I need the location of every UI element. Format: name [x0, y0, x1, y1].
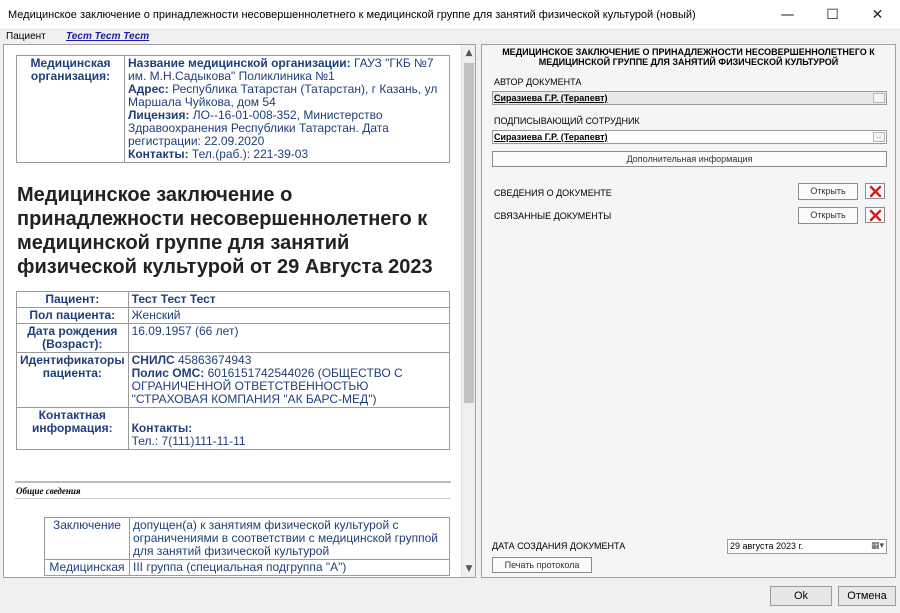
related-docs-delete-button[interactable]: [865, 207, 885, 223]
close-button[interactable]: ✕: [855, 0, 900, 30]
window-title: Медицинское заключение о принадлежности …: [8, 9, 696, 21]
red-x-icon: [869, 185, 882, 198]
conclusion-label: Заключение: [44, 517, 130, 560]
general-info-table: Заключение допущен(а) к занятиям физичес…: [44, 517, 450, 576]
org-details: Название медицинской организации: ГАУЗ "…: [124, 55, 450, 163]
patient-bar: Пациент Тест Тест Тест: [0, 30, 900, 44]
doc-info-open-button[interactable]: Открыть: [798, 183, 858, 200]
properties-title: МЕДИЦИНСКОЕ ЗАКЛЮЧЕНИЕ О ПРИНАДЛЕЖНОСТИ …: [502, 47, 875, 67]
snils-value: 45863674943: [174, 353, 252, 367]
sex-field-value: Женский: [127, 307, 451, 324]
cancel-button[interactable]: Отмена: [838, 586, 896, 606]
scroll-thumb[interactable]: [464, 63, 474, 403]
patient-label: Пациент: [6, 31, 46, 42]
snils-label: СНИЛС: [131, 353, 175, 367]
org-name-label: Название медицинской организации:: [128, 56, 351, 70]
print-protocol-button[interactable]: Печать протокола: [492, 557, 592, 573]
document-title: Медицинское заключение о принадлежности …: [17, 184, 433, 278]
patient-field-value: Тест Тест Тест: [127, 291, 451, 308]
section-title-general: Общие сведения: [16, 486, 81, 496]
org-license-label: Лицензия:: [128, 108, 190, 122]
maximize-button[interactable]: ☐: [810, 0, 855, 30]
document-properties-pane: МЕДИЦИНСКОЕ ЗАКЛЮЧЕНИЕ О ПРИНАДЛЕЖНОСТИ …: [481, 44, 896, 578]
signer-value: Сиразиева Г.Р. (Терапевт): [494, 132, 608, 142]
document-preview-pane: Медицинская организация: Название медици…: [3, 44, 476, 578]
red-x-icon: [869, 209, 882, 222]
created-date-label: ДАТА СОЗДАНИЯ ДОКУМЕНТА: [492, 541, 626, 551]
related-docs-open-button[interactable]: Открыть: [798, 207, 858, 224]
signer-select-button[interactable]: ...: [873, 132, 885, 142]
contact-field-value: Контакты: Тел.: 7(111)111-11-11: [127, 407, 451, 450]
org-label: Медицинская организация:: [16, 55, 125, 163]
author-value: Сиразиева Г.Р. (Терапевт): [494, 93, 608, 103]
patient-info-table: Пациент: Тест Тест Тест Пол пациента: Же…: [16, 291, 451, 450]
author-label: АВТОР ДОКУМЕНТА: [494, 77, 582, 87]
minimize-button[interactable]: —: [765, 0, 810, 30]
signer-field[interactable]: Сиразиева Г.Р. (Терапевт) ...: [492, 130, 887, 144]
contact-field-label: Контактная информация:: [16, 407, 129, 450]
patient-link[interactable]: Тест Тест Тест: [66, 31, 149, 42]
calendar-dropdown-icon[interactable]: ▦▾: [871, 541, 884, 551]
contacts-value: Тел.: 7(111)111-11-11: [131, 434, 246, 448]
created-date-picker[interactable]: 29 августа 2023 г. ▦▾: [727, 539, 887, 554]
section-divider: [15, 481, 451, 483]
conclusion-value: допущен(а) к занятиям физической культур…: [129, 517, 450, 560]
created-date-value: 29 августа 2023 г.: [730, 541, 804, 551]
ids-field-value: СНИЛС 45863674943 Полис ОМС: 60161517425…: [127, 352, 451, 408]
scroll-down-icon[interactable]: ▼: [462, 561, 475, 577]
scroll-up-icon[interactable]: ▲: [462, 45, 475, 61]
author-select-button: [873, 93, 885, 103]
org-contacts-label: Контакты:: [128, 147, 189, 161]
contacts-label: Контакты:: [131, 421, 193, 435]
org-address-label: Адрес:: [128, 82, 169, 96]
doc-info-delete-button[interactable]: [865, 183, 885, 199]
author-field: Сиразиева Г.Р. (Терапевт): [492, 91, 887, 105]
section-divider-bottom: [15, 498, 451, 499]
related-docs-label: СВЯЗАННЫЕ ДОКУМЕНТЫ: [494, 211, 612, 221]
dob-field-value: 16.09.1957 (66 лет): [127, 323, 451, 353]
org-address: Республика Татарстан (Татарстан), г Каза…: [128, 82, 438, 109]
extra-info-button[interactable]: Дополнительная информация: [492, 151, 887, 167]
window-titlebar: Медицинское заключение о принадлежности …: [0, 0, 900, 30]
patient-field-label: Пациент:: [16, 291, 129, 308]
group-label: Медицинская: [44, 559, 130, 576]
document-content: Медицинская организация: Название медици…: [4, 45, 462, 577]
ok-button[interactable]: Ok: [770, 586, 832, 606]
dob-field-label: Дата рождения (Возраст):: [16, 323, 129, 353]
signer-label: ПОДПИСЫВАЮЩИЙ СОТРУДНИК: [494, 116, 640, 126]
document-scrollbar[interactable]: ▲ ▼: [461, 45, 475, 577]
sex-field-label: Пол пациента:: [16, 307, 129, 324]
org-contacts: Тел.(раб.): 221-39-03: [188, 147, 309, 161]
ids-field-label: Идентификаторы пациента:: [16, 352, 129, 408]
doc-info-label: СВЕДЕНИЯ О ДОКУМЕНТЕ: [494, 188, 612, 198]
org-table: Медицинская организация: Название медици…: [16, 55, 450, 163]
oms-label: Полис ОМС:: [131, 366, 205, 380]
group-value: III группа (специальная подгруппа "А"): [129, 559, 450, 576]
